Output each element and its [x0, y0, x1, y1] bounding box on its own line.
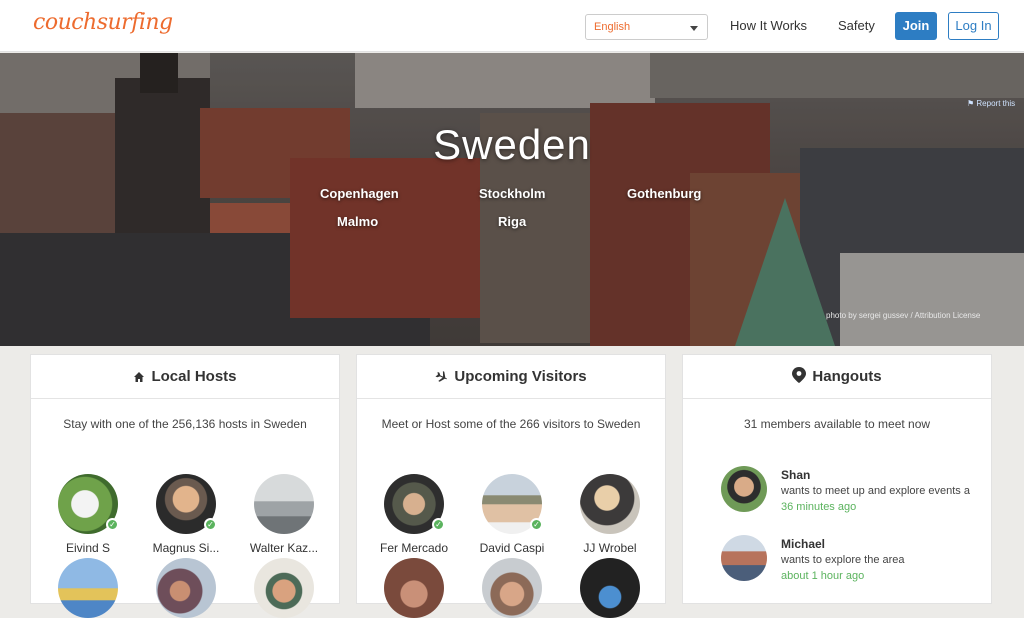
- language-select[interactable]: English: [585, 14, 708, 40]
- card-title: Local Hosts: [151, 368, 237, 385]
- login-button[interactable]: Log In: [948, 12, 999, 40]
- member-time: about 1 hour ago: [781, 570, 865, 582]
- avatar[interactable]: [482, 558, 542, 618]
- city-link-gothenburg[interactable]: Gothenburg: [627, 186, 701, 201]
- city-link-copenhagen[interactable]: Copenhagen: [320, 186, 399, 201]
- member-name[interactable]: Michael: [781, 537, 825, 551]
- city-link-malmo[interactable]: Malmo: [337, 214, 378, 229]
- airplane-icon: [435, 357, 448, 401]
- card-header: Local Hosts: [31, 355, 339, 399]
- card-title: Hangouts: [812, 368, 882, 385]
- report-photo-label: Report this: [976, 99, 1016, 108]
- card-header: Hangouts: [683, 355, 991, 399]
- upcoming-visitors-card: Upcoming Visitors Meet or Host some of t…: [356, 354, 666, 618]
- safety-link[interactable]: Safety: [838, 18, 875, 33]
- member-time: 36 minutes ago: [781, 501, 857, 513]
- local-hosts-card: Local Hosts Stay with one of the 256,136…: [30, 354, 340, 618]
- report-photo-link[interactable]: ⚑ Report this: [967, 99, 1015, 108]
- card-title: Upcoming Visitors: [454, 368, 587, 385]
- card-subtitle: Meet or Host some of the 266 visitors to…: [381, 417, 641, 431]
- verified-icon: ✓: [106, 518, 119, 531]
- avatar[interactable]: [58, 558, 118, 618]
- avatar[interactable]: [384, 558, 444, 618]
- top-nav: couchsurfing English How It Works Safety…: [0, 0, 1024, 52]
- avatar[interactable]: [580, 558, 640, 618]
- member-status: wants to explore the area: [781, 554, 905, 566]
- avatar[interactable]: [156, 558, 216, 618]
- visitor-name[interactable]: David Caspi: [467, 541, 557, 555]
- hero-banner: Sweden Copenhagen Stockholm Gothenburg M…: [0, 53, 1024, 346]
- chevron-down-icon: [690, 26, 698, 31]
- card-subtitle: Stay with one of the 256,136 hosts in Sw…: [63, 417, 307, 431]
- avatar[interactable]: [580, 474, 640, 534]
- verified-icon: ✓: [432, 518, 445, 531]
- verified-icon: ✓: [530, 518, 543, 531]
- member-status: wants to meet up and explore events a: [781, 485, 970, 497]
- join-button[interactable]: Join: [895, 12, 937, 40]
- language-select-value: English: [594, 21, 631, 33]
- avatar[interactable]: [254, 558, 314, 618]
- visitor-name[interactable]: JJ Wrobel: [565, 541, 655, 555]
- host-name[interactable]: Eivind S: [43, 541, 133, 555]
- avatar[interactable]: [721, 535, 767, 581]
- photo-credit: photo by sergei gussev / Attribution Lic…: [826, 311, 981, 320]
- how-it-works-link[interactable]: How It Works: [730, 18, 807, 33]
- visitor-name[interactable]: Fer Mercado: [369, 541, 459, 555]
- map-pin-icon: [792, 357, 807, 401]
- verified-icon: ✓: [204, 518, 217, 531]
- city-link-riga[interactable]: Riga: [498, 214, 526, 229]
- avatar[interactable]: [254, 474, 314, 534]
- card-subtitle: 31 members available to meet now: [743, 417, 931, 431]
- home-icon: [133, 357, 145, 401]
- page-title: Sweden: [433, 121, 591, 168]
- host-name[interactable]: Magnus Si...: [141, 541, 231, 555]
- flag-icon: ⚑: [967, 99, 975, 108]
- hangouts-card: Hangouts 31 members available to meet no…: [682, 354, 992, 604]
- avatar[interactable]: [721, 466, 767, 512]
- city-link-stockholm[interactable]: Stockholm: [479, 186, 545, 201]
- card-header: Upcoming Visitors: [357, 355, 665, 399]
- couchsurfing-logo[interactable]: couchsurfing: [33, 10, 173, 35]
- member-name[interactable]: Shan: [781, 468, 810, 482]
- host-name[interactable]: Walter Kaz...: [239, 541, 329, 555]
